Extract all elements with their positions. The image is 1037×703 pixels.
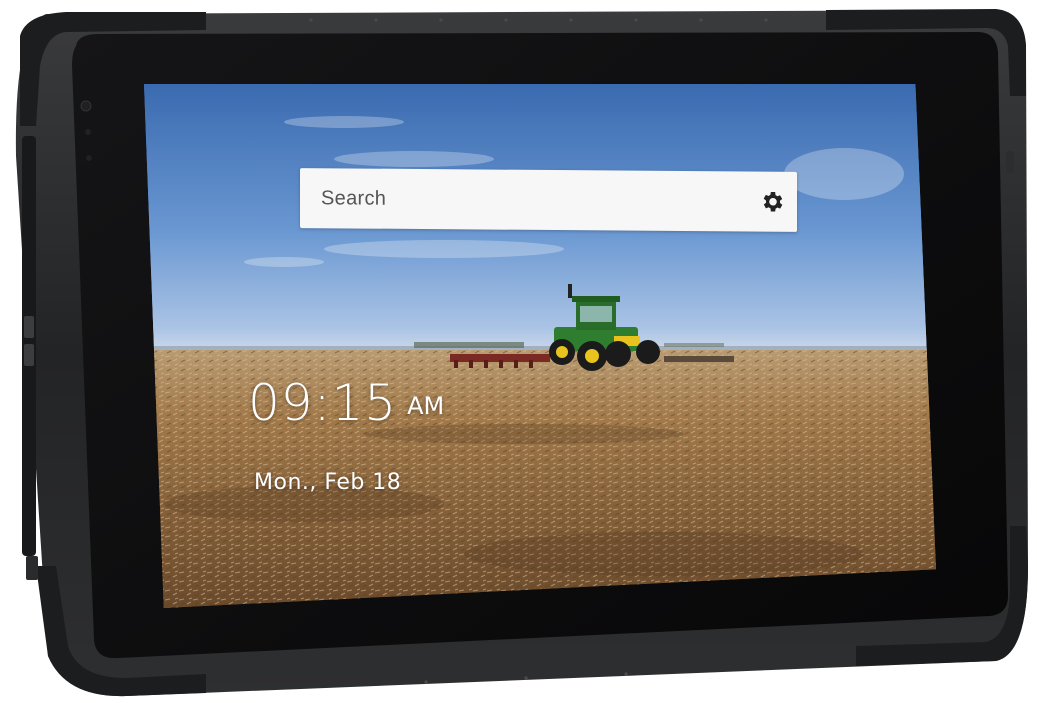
volume-down-button[interactable] — [24, 344, 34, 366]
date-label: Mon., Feb 18 — [254, 470, 402, 495]
light-sensor — [85, 129, 91, 135]
rugged-tablet: Search 09:15 AM Mon., Feb 18 — [6, 6, 1030, 698]
product-photo: Search 09:15 AM Mon., Feb 18 — [0, 0, 1037, 703]
home-screen: Search 09:15 AM Mon., Feb 18 — [144, 84, 936, 608]
volume-up-button[interactable] — [24, 316, 34, 338]
front-camera — [80, 100, 92, 112]
clock-ampm: AM — [407, 392, 445, 420]
search-bar[interactable]: Search — [300, 168, 797, 232]
power-button[interactable] — [26, 556, 38, 580]
lockscreen-clock: 09:15 AM — [248, 374, 444, 432]
wallpaper — [144, 84, 936, 608]
clock-time: 09:15 — [248, 374, 398, 432]
gear-icon[interactable] — [759, 188, 787, 216]
proximity-sensor — [86, 155, 92, 161]
side-port — [1006, 151, 1014, 173]
search-label: Search — [321, 186, 387, 210]
